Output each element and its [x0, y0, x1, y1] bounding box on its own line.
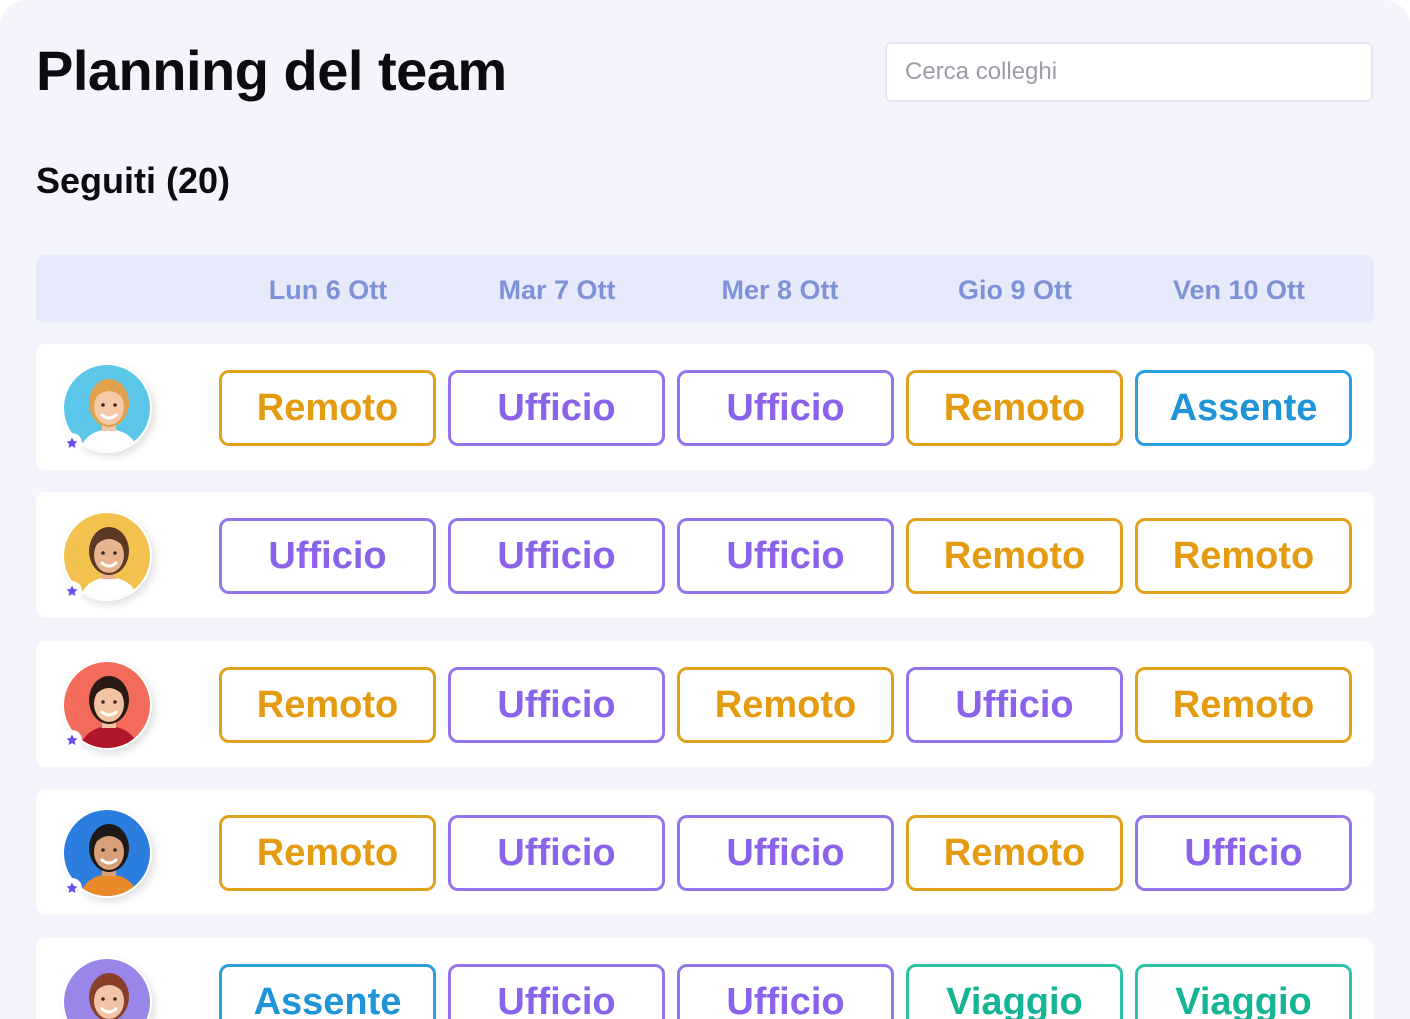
status-pill[interactable]: Ufficio — [677, 370, 894, 446]
search-input[interactable] — [885, 42, 1373, 102]
team-row: Remoto Ufficio Remoto Ufficio Remoto — [36, 641, 1374, 767]
day-header-3: Mer 8 Ott — [721, 275, 839, 305]
status-pill[interactable]: Ufficio — [677, 518, 894, 594]
status-pill[interactable]: Remoto — [219, 370, 436, 446]
status-pill[interactable]: Remoto — [1135, 518, 1352, 594]
avatar[interactable] — [62, 957, 152, 1019]
status-pill[interactable]: Ufficio — [677, 815, 894, 891]
status-pill[interactable]: Ufficio — [448, 370, 665, 446]
day-header-2: Mar 7 Ott — [498, 275, 616, 305]
favorite-star-icon — [62, 433, 82, 453]
avatar-container — [62, 808, 154, 900]
status-pill[interactable]: Remoto — [219, 815, 436, 891]
status-pill[interactable]: Ufficio — [448, 964, 665, 1019]
day-header-4: Gio 9 Ott — [958, 275, 1072, 305]
status-pill[interactable]: Remoto — [219, 667, 436, 743]
status-pill[interactable]: Ufficio — [219, 518, 436, 594]
status-pill[interactable]: Viaggio — [906, 964, 1123, 1019]
team-row: Assente Ufficio Ufficio Viaggio Viaggio — [36, 938, 1374, 1019]
status-pill[interactable]: Ufficio — [448, 815, 665, 891]
status-pill[interactable]: Ufficio — [448, 667, 665, 743]
team-row: Ufficio Ufficio Ufficio Remoto Remoto — [36, 492, 1374, 618]
team-row: Remoto Ufficio Ufficio Remoto Assente — [36, 344, 1374, 470]
day-header-1: Lun 6 Ott — [268, 275, 388, 305]
days-header: Lun 6 Ott Mar 7 Ott Mer 8 Ott Gio 9 Ott … — [36, 255, 1374, 323]
page-title: Planning del team — [36, 39, 507, 102]
status-pill[interactable]: Assente — [1135, 370, 1352, 446]
app-frame: Planning del team Seguiti (20) Lun 6 Ott… — [0, 0, 1410, 1019]
status-pill[interactable]: Ufficio — [448, 518, 665, 594]
favorite-star-icon — [62, 730, 82, 750]
status-pill[interactable]: Remoto — [906, 815, 1123, 891]
team-row: Remoto Ufficio Ufficio Remoto Ufficio — [36, 789, 1374, 915]
status-pill[interactable]: Remoto — [1135, 667, 1352, 743]
avatar-container — [62, 363, 154, 455]
avatar-container — [62, 660, 154, 752]
favorite-star-icon — [62, 878, 82, 898]
status-pill[interactable]: Viaggio — [1135, 964, 1352, 1019]
favorite-star-icon — [62, 581, 82, 601]
status-pill[interactable]: Remoto — [677, 667, 894, 743]
section-title: Seguiti (20) — [36, 160, 231, 201]
status-pill[interactable]: Remoto — [906, 518, 1123, 594]
status-pill[interactable]: Remoto — [906, 370, 1123, 446]
day-header-5: Ven 10 Ott — [1172, 275, 1306, 305]
status-pill[interactable]: Ufficio — [1135, 815, 1352, 891]
status-pill[interactable]: Ufficio — [677, 964, 894, 1019]
avatar-container — [62, 957, 154, 1019]
status-pill[interactable]: Ufficio — [906, 667, 1123, 743]
status-pill[interactable]: Assente — [219, 964, 436, 1019]
avatar-container — [62, 511, 154, 603]
